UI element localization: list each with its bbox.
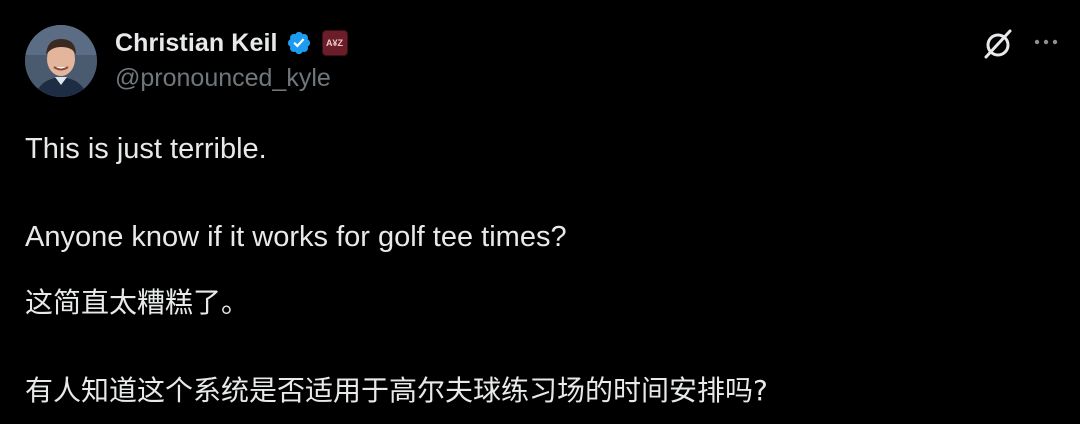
author-name-row: Christian Keil A¥Z bbox=[115, 26, 348, 60]
grok-icon[interactable] bbox=[980, 26, 1016, 62]
verified-badge-icon[interactable] bbox=[286, 30, 312, 56]
avatar[interactable] bbox=[25, 25, 97, 97]
affiliate-badge[interactable]: A¥Z bbox=[321, 30, 348, 56]
author-display-name[interactable]: Christian Keil bbox=[115, 29, 278, 58]
tweet-text-line-3: 这简直太糟糕了。 bbox=[25, 286, 250, 319]
tweet-text-line-2: Anyone know if it works for golf tee tim… bbox=[25, 221, 567, 253]
more-options-icon[interactable] bbox=[1032, 30, 1062, 54]
tweet-text-line-4: 有人知道这个系统是否适用于高尔夫球练习场的时间安排吗? bbox=[25, 374, 768, 407]
avatar-image bbox=[25, 25, 97, 97]
tweet-text-line-1: This is just terrible. bbox=[25, 133, 267, 165]
author-handle[interactable]: @pronounced_kyle bbox=[115, 64, 331, 93]
